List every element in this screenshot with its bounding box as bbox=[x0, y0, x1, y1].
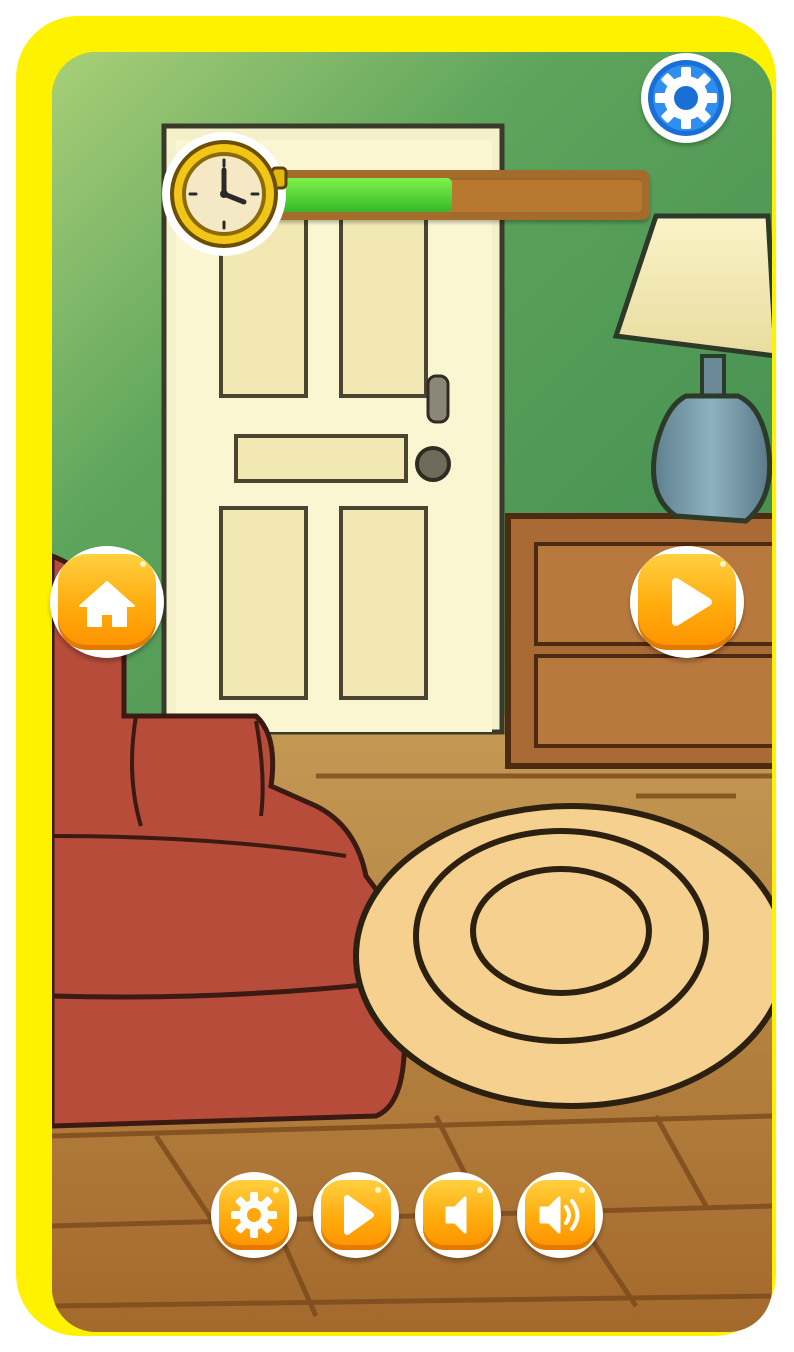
play-button[interactable] bbox=[313, 1172, 399, 1258]
sound-off-icon bbox=[445, 1196, 467, 1234]
sound-off-button[interactable] bbox=[415, 1172, 501, 1258]
timer-bar bbox=[268, 170, 650, 220]
stopwatch-icon bbox=[162, 132, 288, 256]
rug bbox=[353, 803, 772, 1109]
timer-fill bbox=[276, 178, 452, 212]
sound-on-icon bbox=[539, 1196, 580, 1234]
sound-on-button[interactable] bbox=[517, 1172, 603, 1258]
timer-track bbox=[276, 178, 642, 212]
play-icon bbox=[344, 1195, 374, 1235]
door-knob bbox=[415, 446, 451, 482]
home-button[interactable] bbox=[50, 546, 164, 658]
settings-button[interactable] bbox=[641, 53, 731, 143]
settings-small-button[interactable] bbox=[211, 1172, 297, 1258]
home-icon bbox=[79, 581, 135, 627]
gear-icon bbox=[231, 1192, 277, 1238]
play-icon bbox=[672, 578, 712, 626]
gear-icon bbox=[648, 60, 724, 136]
next-button[interactable] bbox=[630, 546, 744, 658]
